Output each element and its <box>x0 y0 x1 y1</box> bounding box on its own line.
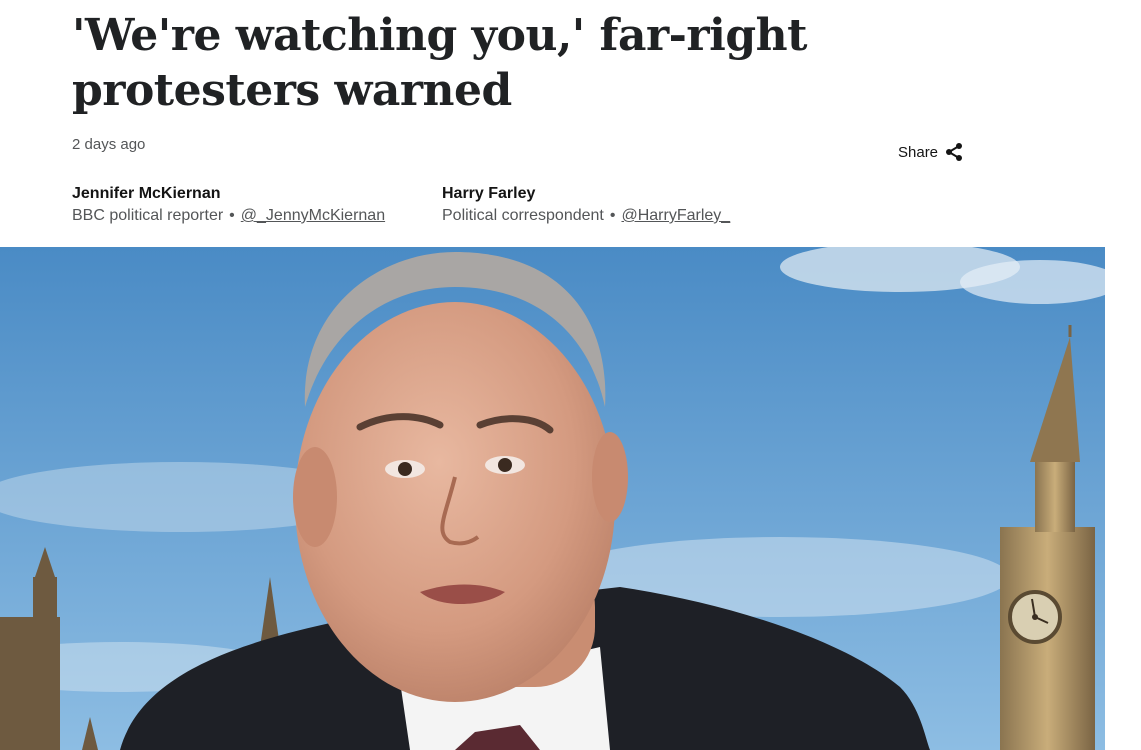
byline-author-1: Jennifer McKiernan BBC political reporte… <box>72 183 385 227</box>
separator-dot: • <box>609 207 616 224</box>
author-name: Jennifer McKiernan <box>72 185 221 202</box>
author-role: BBC political reporter <box>72 207 224 224</box>
author-social-link[interactable]: @HarryFarley_ <box>621 207 730 224</box>
author-role: Political correspondent <box>442 207 604 224</box>
author-name: Harry Farley <box>442 185 536 202</box>
share-label: Share <box>898 143 939 161</box>
byline-author-2: Harry Farley Political correspondent • @Ha… <box>442 183 730 227</box>
article-timestamp: 2 days ago <box>72 136 146 153</box>
share-icon <box>944 142 964 162</box>
share-button[interactable]: Share <box>898 142 964 162</box>
hero-image <box>0 247 1105 750</box>
article-headline: 'We're watching you,' far-right proteste… <box>72 10 807 116</box>
separator-dot: • <box>229 207 235 224</box>
author-social-link[interactable]: @_JennyMcKiernan <box>241 207 385 224</box>
